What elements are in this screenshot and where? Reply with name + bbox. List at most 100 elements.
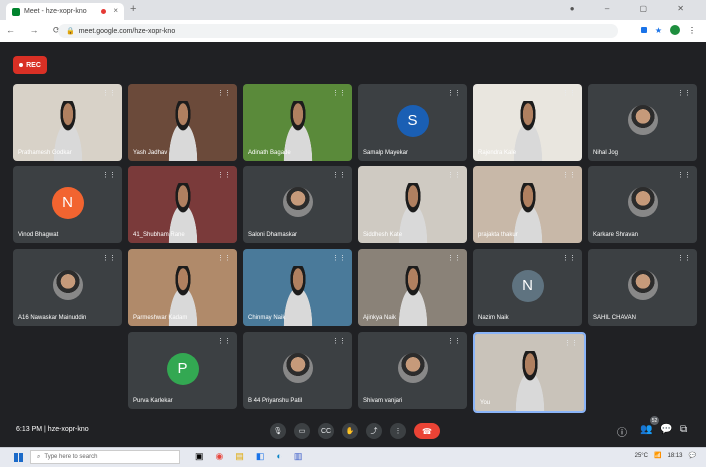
windows-taskbar: ⌕ Type here to search ▣ ◉ ▤ ◧ ◐ ▥ 25°C 📶… [0,447,706,467]
participant-tile[interactable]: ⋮⋮ Prathamesh Godkar [13,84,122,161]
bookmark-star-icon[interactable]: ★ [655,26,662,35]
participant-avatar: P [166,352,199,385]
participant-photo [627,104,658,135]
participant-tile[interactable]: ⋮⋮ Parmeshwar Kadam [128,249,237,326]
participant-tile[interactable]: ⋮⋮ Shivam vanjari [358,332,467,409]
mic-muted-icon: ⋮⋮ [447,172,461,179]
participant-name: Prathamesh Godkar [18,150,72,156]
participant-tile[interactable]: ⋮⋮ B 44 Priyanshu Patil [243,332,352,409]
new-tab-button[interactable]: + [130,3,136,15]
mic-muted-icon: ⋮⋮ [447,255,461,262]
recording-indicator-icon [101,9,106,14]
participant-avatar: S [396,104,429,137]
profile-avatar[interactable] [670,25,680,35]
notification-icon[interactable]: 💬 [689,452,696,459]
participant-tile[interactable]: ⋮⋮ SAHIL CHAVAN [588,249,697,326]
mic-muted-icon: ⋮⋮ [102,172,116,179]
participant-name: Ajinkya Naik [363,315,397,321]
participant-photo [397,352,428,383]
browser-extensions: ★ ⋮ [640,25,696,35]
system-tray: 25°C 📶 18:13 💬 [634,452,696,460]
mic-muted-icon: ⋮⋮ [677,172,691,179]
participant-name: Karkare Shravan [593,232,639,238]
participant-name: Adinath Bagade [248,150,291,156]
participant-name: Siddhesh Kate [363,232,403,238]
participant-tile[interactable]: ⋮⋮ Saloni Dhamaskar [243,166,352,243]
participant-tile[interactable]: ⋮⋮ A16 Nawaskar Mainuddin [13,249,122,326]
participant-tile[interactable]: ⋮⋮ Ajinkya Naik [358,249,467,326]
menu-kebab-icon[interactable]: ⋮ [688,26,696,35]
close-tab-icon[interactable]: × [113,6,118,15]
participant-tile[interactable]: ⋮⋮ Siddhesh Kate [358,166,467,243]
meet-tab[interactable]: Meet - hze-xopr-kno × [6,3,124,20]
task-view-icon[interactable]: ▣ [195,451,204,462]
mic-muted-icon: ⋮⋮ [102,255,116,262]
extension-icon[interactable] [640,27,647,33]
camera-button[interactable]: ▭ [294,423,310,439]
address-bar[interactable]: 🔒 meet.google.com/hze-xopr-kno [58,24,618,38]
search-placeholder: Type here to search [44,454,98,460]
recording-badge: REC [13,56,47,74]
participant-tile[interactable]: ⋮⋮ Nihal Jog [588,84,697,161]
participant-photo [282,352,313,383]
file-explorer-icon[interactable]: ▤ [235,451,244,462]
rec-label: REC [26,61,41,69]
clock-text: 18:13 [667,452,683,459]
participant-name: Yash Jadhav [133,150,168,156]
app-icon[interactable]: ▥ [294,451,303,462]
microphone-button[interactable]: 🎙 [270,423,286,439]
participant-tile[interactable]: S ⋮⋮ Samalp Mayekar [358,84,467,161]
participant-tile[interactable]: ⋮⋮ Adinath Bagade [243,84,352,161]
participant-tile[interactable]: ⋮⋮ 41_Shubham Rane [128,166,237,243]
network-icon[interactable]: 📶 [654,452,661,459]
participant-avatar: N [511,269,544,302]
meeting-code: hze-xopr-kno [47,426,89,433]
participant-tile[interactable]: ⋮⋮ Yash Jadhav [128,84,237,161]
taskbar-search[interactable]: ⌕ Type here to search [30,450,180,464]
tab-title: Meet - hze-xopr-kno [24,8,87,15]
meeting-toolbar: 6:13 PM | hze-xopr-kno 🎙 ▭ CC ✋ ⤴ ⋮ ☎ ⓘ … [0,414,706,447]
participant-tile[interactable]: P ⋮⋮ Purva Karlekar [128,332,237,409]
participant-name: Samalp Mayekar [363,150,409,156]
mic-muted-icon: ⋮⋮ [332,255,346,262]
mic-muted-icon: ⋮⋮ [677,255,691,262]
weather-text: 25°C [634,452,649,459]
chat-icon[interactable]: 💬 [660,424,672,435]
mic-muted-icon: ⋮⋮ [217,255,231,262]
raise-hand-button[interactable]: ✋ [342,423,358,439]
end-call-button[interactable]: ☎ [414,423,440,439]
meeting-details-icon[interactable]: ⓘ [617,424,627,439]
mic-muted-icon: ⋮⋮ [562,255,576,262]
participant-tile[interactable]: ⋮⋮ Chinmay Naik [243,249,352,326]
mic-muted-icon: ⋮⋮ [447,90,461,97]
mic-muted-icon: ⋮⋮ [217,90,231,97]
participant-name: Saloni Dhamaskar [248,232,298,238]
participant-tile[interactable]: ⋮⋮ You [473,332,586,413]
search-icon: ⌕ [37,453,41,460]
participant-tile[interactable]: N ⋮⋮ Vinod Bhagwat [13,166,122,243]
participant-name: You [480,400,491,406]
more-options-button[interactable]: ⋮ [390,423,406,439]
participant-tile[interactable]: ⋮⋮ Rajendra Kale [473,84,582,161]
participant-name: Rajendra Kale [478,150,517,156]
address-bar-row: ← → ⟳ 🔒 meet.google.com/hze-xopr-kno ★ ⋮ [0,20,706,43]
browser-tab-strip: Meet - hze-xopr-kno × + ● – ▢ ✕ [0,0,706,20]
captions-button[interactable]: CC [318,423,334,439]
participant-figure [390,266,435,326]
windows-start-icon[interactable] [14,453,23,462]
participant-name: Nihal Jog [593,150,619,156]
participant-name: Vinod Bhagwat [18,232,59,238]
participant-name: Purva Karlekar [133,398,173,404]
edge-icon[interactable]: ◐ [276,451,281,462]
store-icon[interactable]: ◧ [256,451,265,462]
meet-icon [12,7,20,16]
chrome-icon[interactable]: ◉ [216,451,224,462]
present-button[interactable]: ⤴ [366,423,382,439]
participant-name: Shivam vanjari [363,398,403,404]
participant-tile[interactable]: N ⋮⋮ Nazim Naik [473,249,582,326]
activities-icon[interactable]: ⧉ [680,424,687,435]
participant-tile[interactable]: ⋮⋮ prajakta thakur [473,166,582,243]
participant-tile[interactable]: ⋮⋮ Karkare Shravan [588,166,697,243]
people-icon[interactable]: 👥 [640,424,652,435]
window-controls[interactable]: ● – ▢ ✕ [570,4,698,13]
